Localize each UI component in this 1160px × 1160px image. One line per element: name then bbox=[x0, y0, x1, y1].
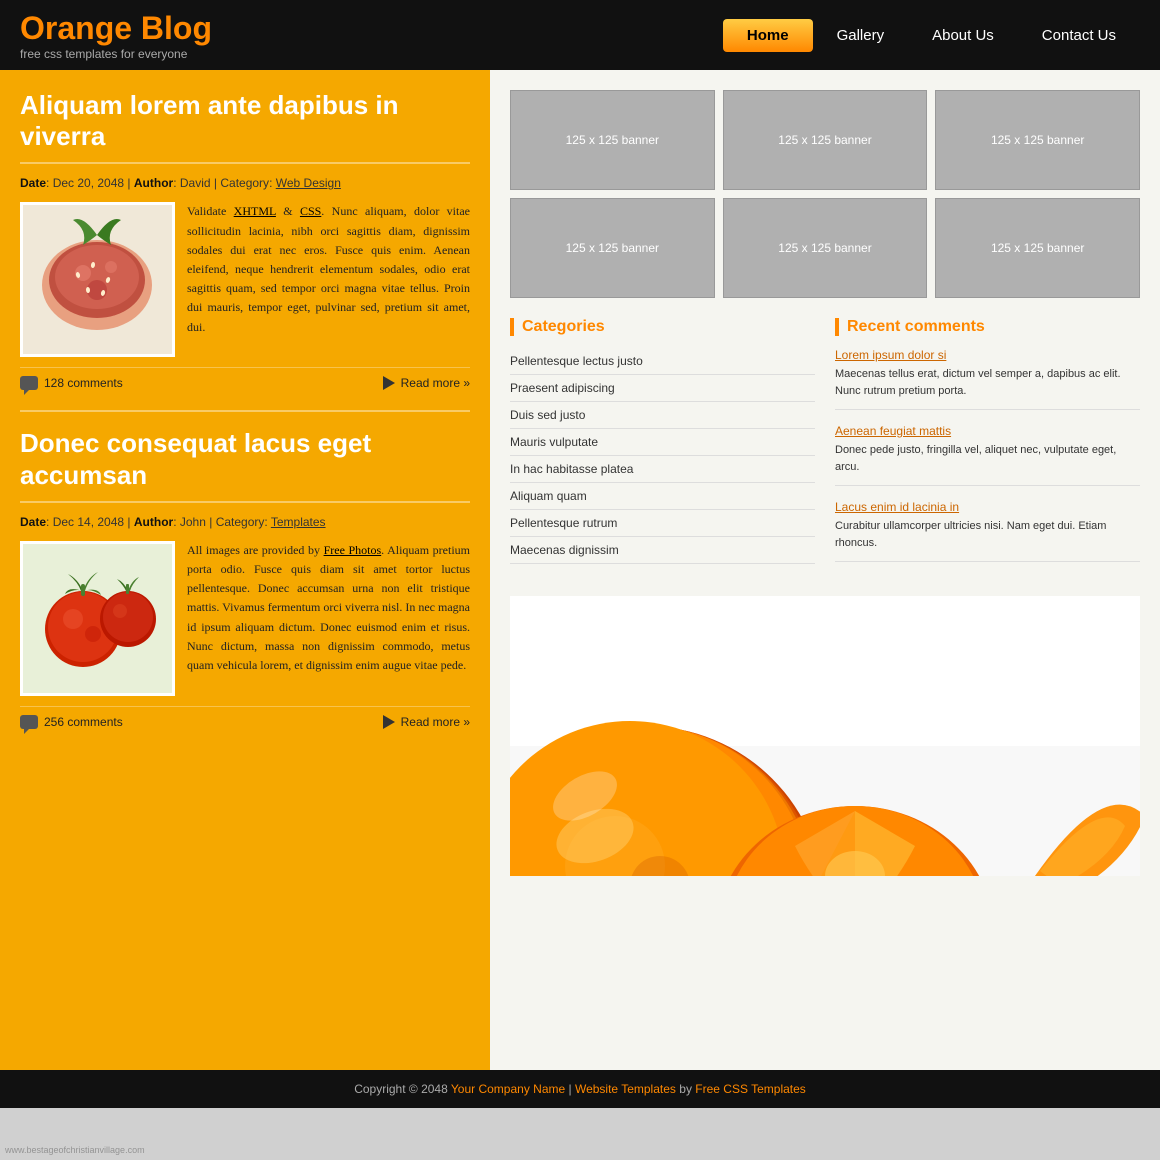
recent-comments-title: Recent comments bbox=[835, 318, 1140, 336]
post-1-title: Aliquam lorem ante dapibus in viverra bbox=[20, 90, 470, 164]
comment-icon-2 bbox=[20, 715, 38, 729]
post-2: Donec consequat lacus eget accumsan Date… bbox=[20, 428, 470, 728]
post-divider bbox=[20, 410, 470, 412]
post-2-date: Dec 14, 2048 bbox=[53, 515, 124, 529]
tomato-image bbox=[23, 544, 172, 693]
post-1-text: Validate XHTML & CSS. Nunc aliquam, dolo… bbox=[187, 202, 470, 357]
site-subtitle: free css templates for everyone bbox=[20, 47, 723, 61]
post-2-image bbox=[20, 541, 175, 696]
category-item[interactable]: Pellentesque rutrum bbox=[510, 510, 815, 537]
site-title-block: Orange Blog free css templates for every… bbox=[20, 10, 723, 61]
nav-about[interactable]: About Us bbox=[908, 19, 1018, 52]
post-1-comments: 128 comments bbox=[20, 376, 123, 390]
categories-widget: Categories Pellentesque lectus justo Pra… bbox=[510, 318, 815, 576]
footer-by: by bbox=[679, 1082, 692, 1096]
comment-3-title[interactable]: Lacus enim id lacinia in bbox=[835, 500, 1140, 514]
comment-3-text: Curabitur ullamcorper ultricies nisi. Na… bbox=[835, 518, 1140, 551]
strawberry-image bbox=[23, 205, 172, 354]
banner-2[interactable]: 125 x 125 banner bbox=[723, 90, 928, 190]
widgets-row: Categories Pellentesque lectus justo Pra… bbox=[510, 318, 1140, 576]
comment-entry-2: Aenean feugiat mattis Donec pede justo, … bbox=[835, 424, 1140, 486]
banners-grid: 125 x 125 banner 125 x 125 banner 125 x … bbox=[510, 90, 1140, 298]
post-1-footer: 128 comments Read more » bbox=[20, 367, 470, 390]
header: Orange Blog free css templates for every… bbox=[0, 0, 1160, 70]
post-1-read-more-label: Read more » bbox=[401, 376, 470, 390]
post-2-author: John bbox=[180, 515, 206, 529]
post-1-category[interactable]: Web Design bbox=[276, 176, 341, 190]
post-2-comment-count: 256 comments bbox=[44, 715, 123, 729]
comment-2-title[interactable]: Aenean feugiat mattis bbox=[835, 424, 1140, 438]
post-1-author-label: Author bbox=[134, 176, 173, 190]
post-1-author: David bbox=[180, 176, 211, 190]
recent-comments-widget: Recent comments Lorem ipsum dolor si Mae… bbox=[835, 318, 1140, 576]
comment-entry-3: Lacus enim id lacinia in Curabitur ullam… bbox=[835, 500, 1140, 562]
post-1-meta: Date: Dec 20, 2048 | Author: David | Cat… bbox=[20, 176, 470, 190]
watermark: www.bestageofchristianvillage.com bbox=[5, 1145, 145, 1155]
category-item[interactable]: Maecenas dignissim bbox=[510, 537, 815, 564]
free-photos-link[interactable]: Free Photos bbox=[324, 543, 382, 557]
left-column: Aliquam lorem ante dapibus in viverra Da… bbox=[0, 70, 490, 1070]
post-2-content: All images are provided by Free Photos. … bbox=[20, 541, 470, 696]
main-nav: Home Gallery About Us Contact Us bbox=[723, 19, 1140, 52]
post-2-meta: Date: Dec 14, 2048 | Author: John | Cate… bbox=[20, 515, 470, 529]
post-1-read-more[interactable]: Read more » bbox=[383, 376, 470, 390]
category-item[interactable]: In hac habitasse platea bbox=[510, 456, 815, 483]
post-2-comments: 256 comments bbox=[20, 715, 123, 729]
xhtml-link[interactable]: XHTML bbox=[234, 204, 276, 218]
main-wrapper: Aliquam lorem ante dapibus in viverra Da… bbox=[0, 70, 1160, 1070]
post-2-read-more[interactable]: Read more » bbox=[383, 715, 470, 729]
post-1: Aliquam lorem ante dapibus in viverra Da… bbox=[20, 90, 470, 390]
post-1-date-label: Date bbox=[20, 176, 46, 190]
banner-1[interactable]: 125 x 125 banner bbox=[510, 90, 715, 190]
post-2-author-label: Author bbox=[134, 515, 173, 529]
post-2-cat-label: Category bbox=[216, 515, 265, 529]
category-item[interactable]: Duis sed justo bbox=[510, 402, 815, 429]
post-2-read-more-label: Read more » bbox=[401, 715, 470, 729]
comment-1-title[interactable]: Lorem ipsum dolor si bbox=[835, 348, 1140, 362]
categories-title: Categories bbox=[510, 318, 815, 336]
banner-6[interactable]: 125 x 125 banner bbox=[935, 198, 1140, 298]
play-icon-2 bbox=[383, 715, 395, 729]
post-1-content: Validate XHTML & CSS. Nunc aliquam, dolo… bbox=[20, 202, 470, 357]
footer-css-link[interactable]: Free CSS Templates bbox=[695, 1082, 806, 1096]
right-column: 125 x 125 banner 125 x 125 banner 125 x … bbox=[490, 70, 1160, 1070]
post-1-image bbox=[20, 202, 175, 357]
post-2-title: Donec consequat lacus eget accumsan bbox=[20, 428, 470, 502]
footer-templates-link[interactable]: Website Templates bbox=[575, 1082, 676, 1096]
css-link[interactable]: CSS bbox=[300, 204, 321, 218]
site-title: Orange Blog bbox=[20, 10, 723, 47]
footer-company-link[interactable]: Your Company Name bbox=[451, 1082, 565, 1096]
nav-contact[interactable]: Contact Us bbox=[1018, 19, 1140, 52]
banner-4[interactable]: 125 x 125 banner bbox=[510, 198, 715, 298]
category-item[interactable]: Aliquam quam bbox=[510, 483, 815, 510]
footer: Copyright © 2048 Your Company Name | Web… bbox=[0, 1070, 1160, 1108]
banner-3[interactable]: 125 x 125 banner bbox=[935, 90, 1140, 190]
comment-entry-1: Lorem ipsum dolor si Maecenas tellus era… bbox=[835, 348, 1140, 410]
play-icon-1 bbox=[383, 376, 395, 390]
category-item[interactable]: Pellentesque lectus justo bbox=[510, 348, 815, 375]
post-1-cat-label: Category bbox=[220, 176, 269, 190]
comment-1-text: Maecenas tellus erat, dictum vel semper … bbox=[835, 366, 1140, 399]
orange-decorative-image bbox=[510, 596, 1140, 876]
nav-home[interactable]: Home bbox=[723, 19, 813, 52]
category-item[interactable]: Mauris vulputate bbox=[510, 429, 815, 456]
post-2-text: All images are provided by Free Photos. … bbox=[187, 541, 470, 696]
post-2-date-label: Date bbox=[20, 515, 46, 529]
category-item[interactable]: Praesent adipiscing bbox=[510, 375, 815, 402]
post-1-comment-count: 128 comments bbox=[44, 376, 123, 390]
post-2-category[interactable]: Templates bbox=[271, 515, 326, 529]
category-list: Pellentesque lectus justo Praesent adipi… bbox=[510, 348, 815, 564]
nav-gallery[interactable]: Gallery bbox=[813, 19, 909, 52]
post-1-date: Dec 20, 2048 bbox=[53, 176, 124, 190]
comment-2-text: Donec pede justo, fringilla vel, aliquet… bbox=[835, 442, 1140, 475]
footer-copyright: Copyright © 2048 bbox=[354, 1082, 448, 1096]
comment-icon-1 bbox=[20, 376, 38, 390]
banner-5[interactable]: 125 x 125 banner bbox=[723, 198, 928, 298]
post-2-footer: 256 comments Read more » bbox=[20, 706, 470, 729]
